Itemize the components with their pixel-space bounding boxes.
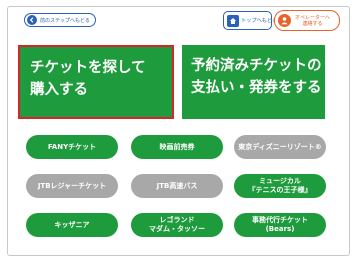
operator-icon xyxy=(278,14,291,27)
operator-button-label: オペレーターへ 連絡する xyxy=(295,15,330,27)
tokyo-disney-resort-button: 東京ディズニーリゾート® xyxy=(234,135,326,159)
legoland-madame-tussauds-button[interactable]: レゴランド マダム・タッソー xyxy=(131,213,223,237)
office-agency-ticket-button[interactable]: 事務代行チケット (Bears) xyxy=(234,213,326,237)
category-label-line: 『テニスの王子様』 xyxy=(248,186,312,194)
reserved-pay-line1: 予約済みチケットの xyxy=(191,58,322,74)
search-purchase-line1: チケットを探して xyxy=(30,60,146,76)
musical-tennis-prince-button[interactable]: ミュージカル 『テニスの王子様』 xyxy=(234,174,326,198)
operator-contact-button[interactable]: オペレーターへ 連絡する xyxy=(274,10,340,31)
category-label-line: ミュージカル xyxy=(259,177,301,185)
category-label-line: 事務代行チケット xyxy=(252,216,308,224)
search-purchase-line2: 購入する xyxy=(30,82,88,98)
category-label-line: JTB高速バス xyxy=(156,181,198,190)
category-label-line: マダム・タッソー xyxy=(149,225,205,233)
operator-label-line2: 連絡する xyxy=(302,20,323,27)
kiosk-screen: 前のステップへもどる トップへもどる オペレーターへ 連絡する チケットを探して… xyxy=(7,6,350,256)
category-label-line: (Bears) xyxy=(265,225,295,233)
movie-advance-ticket-button[interactable]: 映画前売券 xyxy=(131,135,223,159)
category-label-line: 東京ディズニーリゾート® xyxy=(238,142,322,151)
jtb-highway-bus-button: JTB高速バス xyxy=(131,174,223,198)
arrow-left-icon xyxy=(27,15,37,25)
category-label-line: JTBレジャーチケット xyxy=(37,181,107,190)
back-button[interactable]: 前のステップへもどる xyxy=(24,13,96,27)
home-icon xyxy=(227,14,239,27)
top-bar: 前のステップへもどる トップへもどる オペレーターへ 連絡する xyxy=(8,7,351,35)
category-label-line: キッザニア xyxy=(54,220,90,229)
category-label-line: レゴランド xyxy=(159,216,195,224)
back-button-label: 前のステップへもどる xyxy=(40,17,90,24)
home-button[interactable]: トップへもどる xyxy=(223,11,277,30)
reserved-pay-button[interactable]: 予約済みチケットの 支払い・発券をする xyxy=(182,45,325,119)
jtb-leisure-ticket-button: JTBレジャーチケット xyxy=(26,174,118,198)
kidzania-button[interactable]: キッザニア xyxy=(26,213,118,237)
search-purchase-button[interactable]: チケットを探して 購入する xyxy=(18,45,174,119)
fany-ticket-button[interactable]: FANYチケット xyxy=(26,135,118,159)
category-label-line: 映画前売券 xyxy=(159,142,195,151)
reserved-pay-line2: 支払い・発券をする xyxy=(191,80,322,96)
category-label-line: FANYチケット xyxy=(47,142,97,151)
home-button-label: トップへもどる xyxy=(241,18,278,24)
